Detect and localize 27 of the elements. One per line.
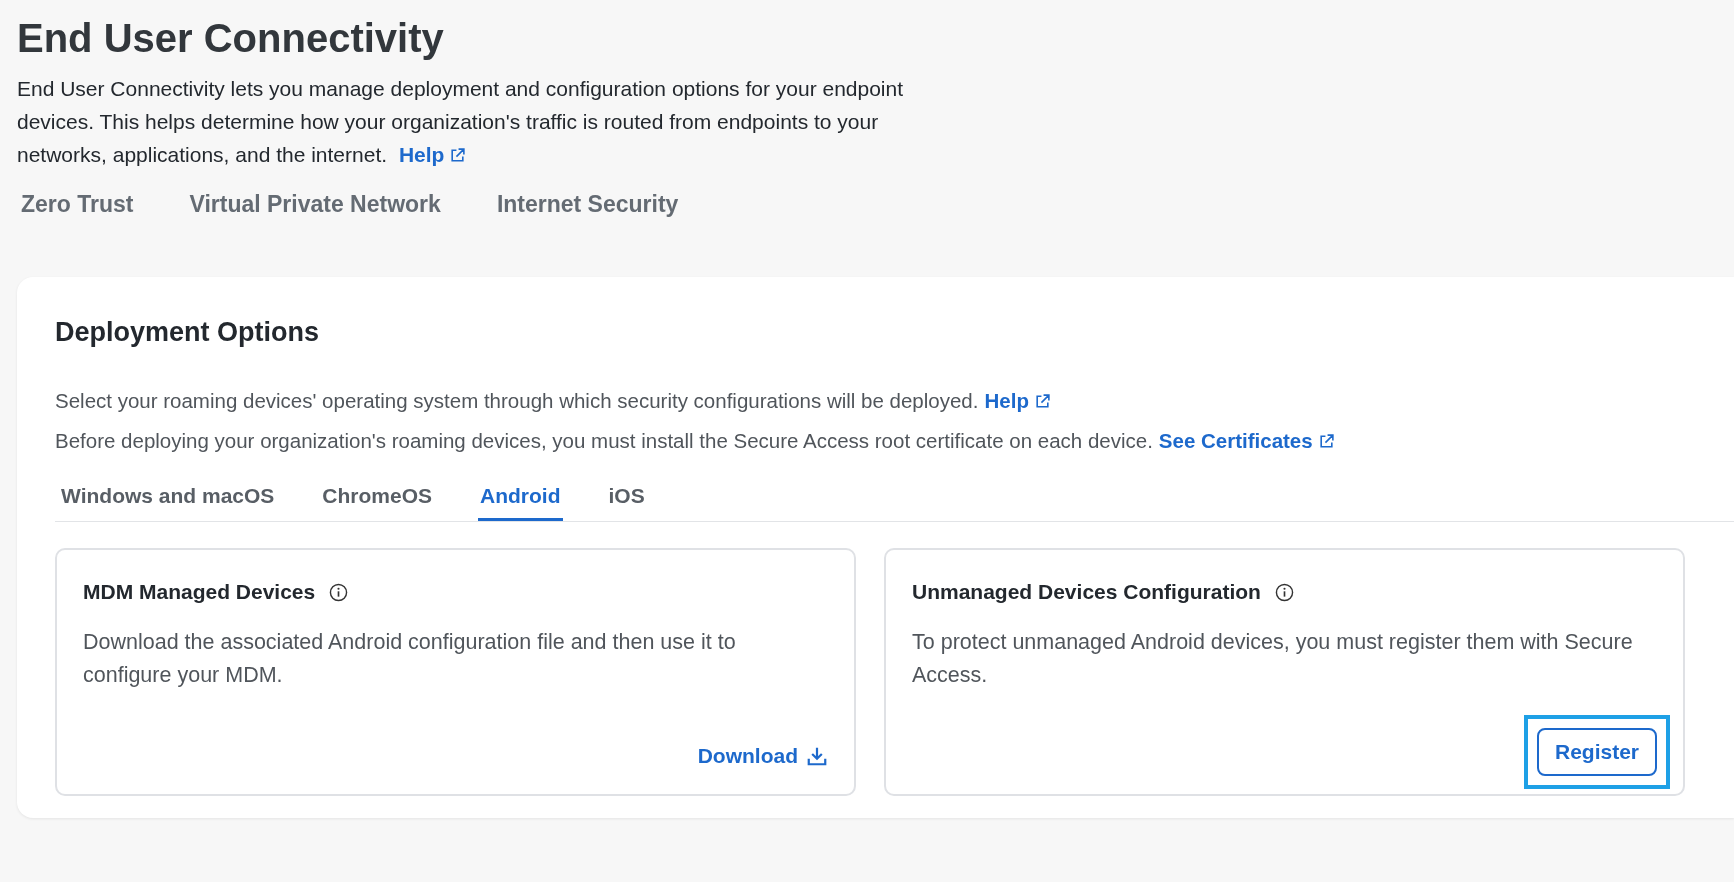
option-title: Unmanaged Devices Configuration <box>912 580 1261 604</box>
external-link-icon <box>1317 433 1335 450</box>
register-button[interactable]: Register <box>1536 728 1657 776</box>
page-title: End User Connectivity <box>17 15 445 62</box>
info-icon <box>1274 582 1294 602</box>
page-description: End User Connectivity lets you manage deployment and configuration options for your endpoint devices. This helps determine how your organization's traffic is routed from endpoints to your networks, applications, and the internet. Help <box>17 76 905 168</box>
os-tab[interactable]: Android <box>478 478 563 521</box>
option-title: MDM Managed Devices <box>83 580 316 604</box>
help-link[interactable]: Help <box>398 143 467 166</box>
external-link-icon <box>449 147 467 164</box>
note-text: Before deploying your organization's roaming devices, you must install the Secure Access root certificate on each device. See Certificates <box>55 426 1734 456</box>
option-description: Download the associated Android configuration file and then use it to configure your MDM. <box>83 629 737 689</box>
card-title: Deployment Options <box>55 317 320 348</box>
download-link[interactable]: Download <box>697 744 828 768</box>
section-tab[interactable]: Virtual Private Network <box>189 191 441 225</box>
option-description: To protect unmanaged Android devices, you must register them with Secure Access. <box>912 629 1634 689</box>
note-link[interactable]: See Certificates <box>1158 429 1335 452</box>
os-tab[interactable]: iOS <box>606 478 647 521</box>
section-tab[interactable]: Internet Security <box>496 191 679 225</box>
section-tab[interactable]: Zero Trust <box>21 191 134 225</box>
note-text: Select your roaming devices' operating system through which security configurations will be deployed. Help <box>55 386 1734 416</box>
os-tab[interactable]: Windows and macOS <box>59 478 277 521</box>
external-link-icon <box>1033 393 1051 410</box>
download-icon <box>806 745 828 767</box>
os-tab[interactable]: ChromeOS <box>320 478 435 521</box>
info-icon <box>329 582 349 602</box>
note-link[interactable]: Help <box>984 389 1051 412</box>
